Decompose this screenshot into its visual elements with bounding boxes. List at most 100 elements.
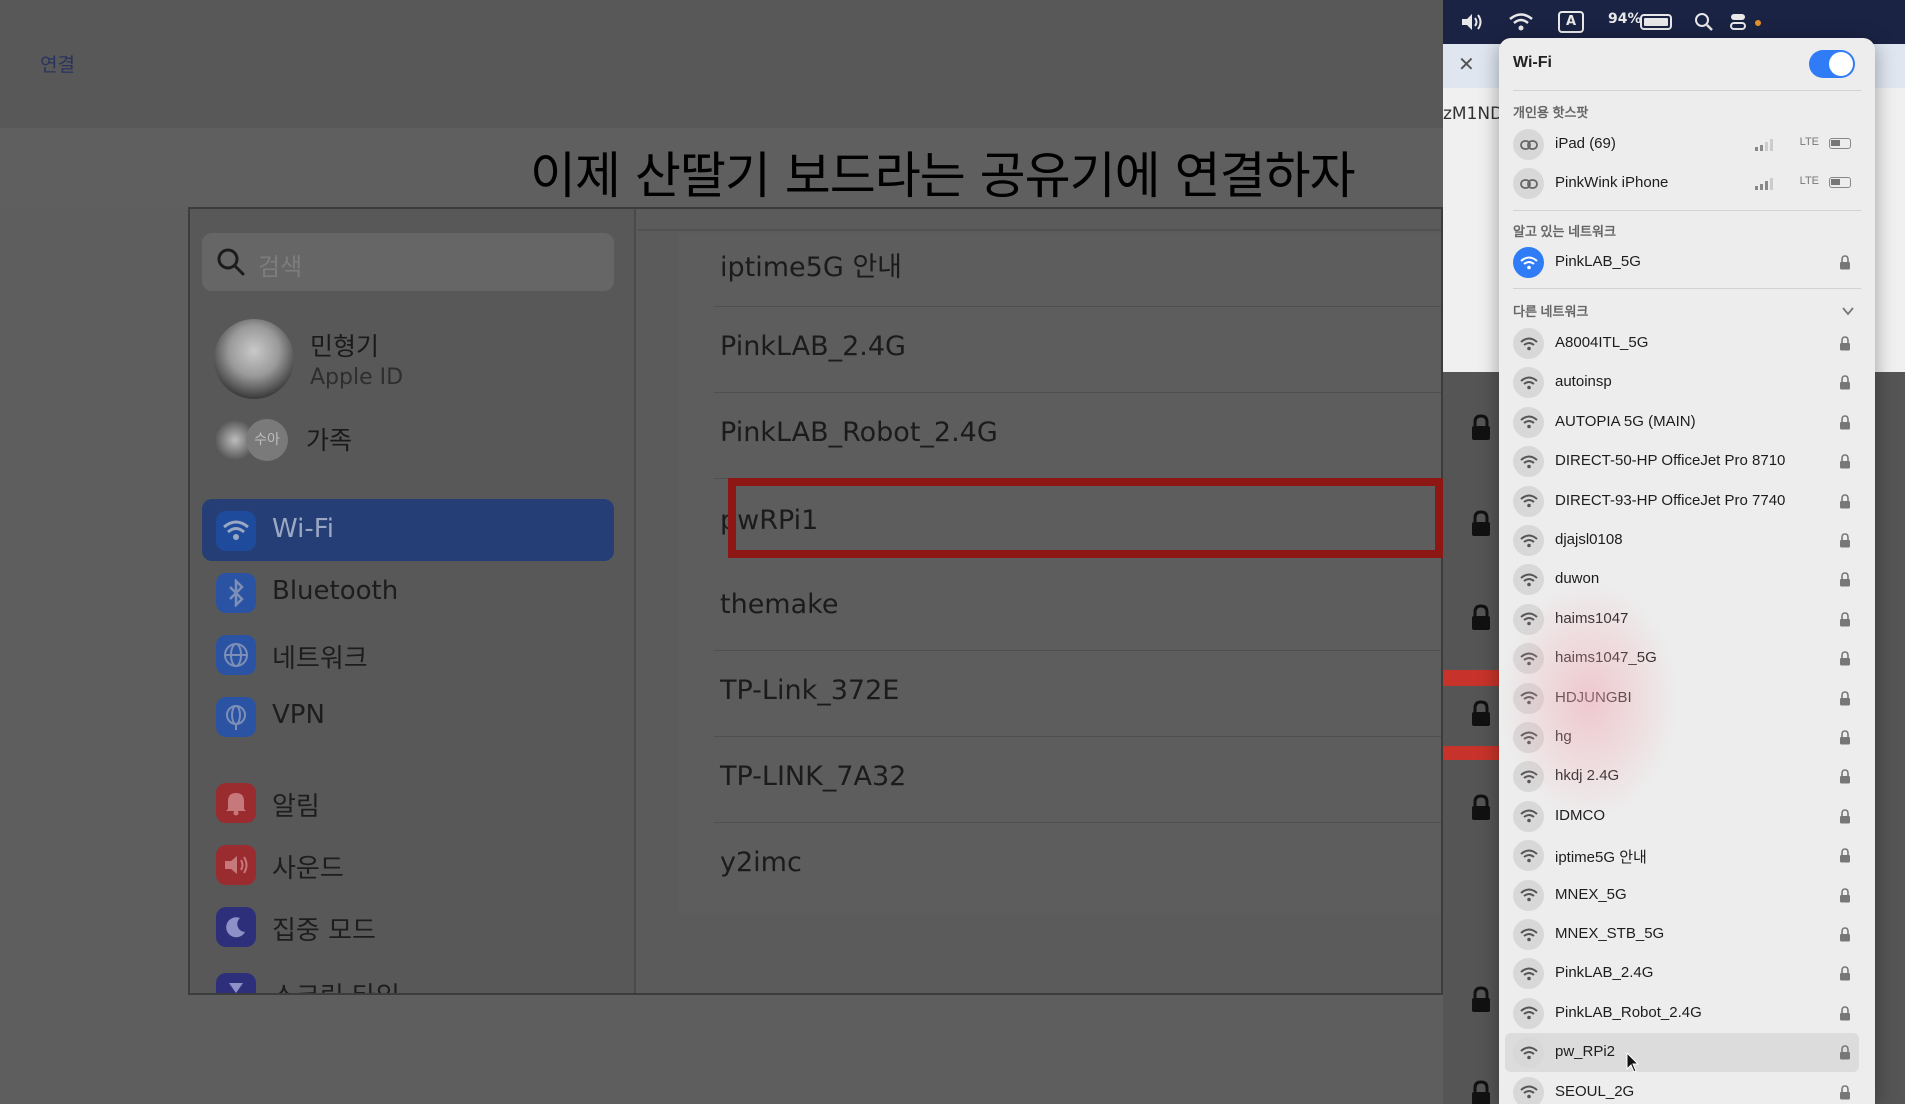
- sidebar-item-label: 사운드: [272, 854, 344, 884]
- bluetooth-icon: [216, 573, 256, 613]
- chevron-down-icon[interactable]: [1841, 304, 1855, 318]
- search-field[interactable]: 검색: [202, 233, 614, 291]
- network-row[interactable]: TP-LINK_7A32: [694, 737, 1441, 823]
- other-network-row[interactable]: SEOUL_2G: [1505, 1073, 1859, 1104]
- wifi-signal-icon: [1513, 879, 1544, 911]
- other-network-row[interactable]: DIRECT-93-HP OfficeJet Pro 7740: [1505, 482, 1859, 521]
- moon-icon: [216, 907, 256, 947]
- hotspot-name: iPad (69): [1555, 135, 1616, 152]
- network-name: hg: [1555, 728, 1572, 745]
- lock-icon: [1472, 510, 1490, 536]
- other-network-row[interactable]: hg: [1505, 718, 1859, 757]
- other-network-row[interactable]: iptime5G 안내: [1505, 836, 1859, 875]
- sidebar-item-label: 알림: [272, 792, 320, 822]
- network-name: duwon: [1555, 570, 1600, 588]
- other-network-row[interactable]: haims1047_5G: [1505, 639, 1859, 678]
- cellular-signal-icon: [1755, 178, 1773, 190]
- other-network-row[interactable]: A8004ITL_5G: [1505, 324, 1859, 363]
- sidebar-item-bluetooth[interactable]: Bluetooth: [202, 561, 614, 623]
- cellular-signal-icon: [1755, 139, 1773, 151]
- network-type-label: LTE: [1799, 175, 1819, 187]
- other-network-row[interactable]: duwon: [1505, 560, 1859, 599]
- sidebar-item-screen-time[interactable]: 스크린 타임: [202, 961, 614, 993]
- other-network-row[interactable]: autoinsp: [1505, 363, 1859, 402]
- other-network-row[interactable]: AUTOPIA 5G (MAIN): [1505, 403, 1859, 442]
- sidebar-item-notifications[interactable]: 알림: [202, 771, 614, 833]
- other-network-row[interactable]: DIRECT-50-HP OfficeJet Pro 8710: [1505, 442, 1859, 481]
- other-network-row[interactable]: PinkLAB_2.4G: [1505, 954, 1859, 993]
- known-network-row[interactable]: PinkLAB_5G: [1505, 243, 1859, 282]
- other-network-row[interactable]: MNEX_5G: [1505, 876, 1859, 915]
- sidebar-item-sound[interactable]: 사운드: [202, 833, 614, 895]
- other-network-row[interactable]: djajsl0108: [1505, 521, 1859, 560]
- network-name: pw_RPi2: [1555, 1043, 1616, 1061]
- other-network-row[interactable]: pw_RPi2: [1505, 1033, 1859, 1073]
- sidebar-item-wifi[interactable]: Wi-Fi: [202, 499, 614, 561]
- recording-indicator: [1755, 20, 1761, 26]
- lock-icon: [1840, 572, 1850, 587]
- network-name: themake: [720, 589, 839, 620]
- network-name: iptime5G 안내: [1555, 849, 1647, 867]
- network-name: iptime5G 안내: [720, 252, 903, 283]
- network-name: y2imc: [720, 847, 802, 878]
- control-center-icon[interactable]: [1730, 12, 1752, 32]
- network-name: PinkLAB_Robot_2.4G: [720, 417, 998, 448]
- network-row[interactable]: PinkLAB_2.4G: [694, 307, 1441, 393]
- lock-icon: [1472, 414, 1490, 440]
- lock-icon: [1840, 375, 1850, 390]
- network-name: autoinsp: [1555, 373, 1612, 391]
- hotspot-name: PinkWink iPhone: [1555, 174, 1669, 191]
- network-name: PinkLAB_Robot_2.4G: [1555, 1003, 1702, 1021]
- close-icon[interactable]: ✕: [1458, 52, 1475, 76]
- bell-icon: [216, 783, 256, 823]
- wifi-signal-icon: [1513, 1076, 1544, 1104]
- wifi-signal-icon: [1513, 1037, 1544, 1069]
- divider: [1513, 210, 1861, 211]
- wifi-icon: [216, 511, 256, 551]
- mouse-cursor-icon: [1626, 1052, 1640, 1073]
- network-row[interactable]: PinkLAB_Robot_2.4G: [694, 393, 1441, 479]
- network-row[interactable]: y2imc: [694, 823, 1441, 909]
- lock-icon: [1840, 651, 1850, 666]
- volume-icon[interactable]: [1460, 12, 1486, 32]
- sidebar-item-focus[interactable]: 집중 모드: [202, 895, 614, 957]
- network-name: haims1047: [1555, 609, 1629, 627]
- profile-avatar[interactable]: [214, 319, 294, 399]
- profile-name[interactable]: 민형기: [310, 327, 379, 363]
- other-network-row[interactable]: haims1047: [1505, 600, 1859, 639]
- lock-icon: [1840, 769, 1850, 784]
- wifi-toggle[interactable]: [1809, 50, 1855, 78]
- hotspot-row[interactable]: iPad (69) LTE: [1505, 125, 1859, 164]
- lock-icon: [1840, 927, 1850, 942]
- lock-icon: [1840, 1045, 1850, 1060]
- network-row[interactable]: TP-Link_372E: [694, 651, 1441, 737]
- other-network-row[interactable]: PinkLAB_Robot_2.4G: [1505, 994, 1859, 1033]
- slide-title: 이제 산딸기 보드라는 공유기에 연결하자: [530, 147, 1356, 205]
- other-network-row[interactable]: HDJUNGBI: [1505, 679, 1859, 718]
- hotspot-row[interactable]: PinkWink iPhone LTE: [1505, 164, 1859, 203]
- lock-icon: [1840, 255, 1850, 270]
- sidebar-item-family[interactable]: 가족: [306, 421, 352, 457]
- wifi-menu-title: Wi-Fi: [1513, 54, 1552, 71]
- network-name: MNEX_STB_5G: [1555, 925, 1665, 942]
- wifi-signal-icon: [1513, 682, 1544, 714]
- wifi-signal-icon: [1513, 919, 1544, 950]
- highlight-box: [728, 478, 1443, 558]
- other-network-row[interactable]: MNEX_STB_5G: [1505, 915, 1859, 954]
- lock-icon: [1840, 730, 1850, 745]
- speaker-icon: [216, 845, 256, 885]
- network-row[interactable]: themake: [694, 565, 1441, 651]
- wifi-status-icon[interactable]: [1508, 12, 1534, 32]
- connect-link[interactable]: 연결: [40, 50, 75, 77]
- input-source-icon[interactable]: A: [1558, 11, 1584, 33]
- spotlight-search-icon[interactable]: [1694, 12, 1714, 32]
- battery-percent[interactable]: 94%: [1608, 11, 1642, 27]
- other-network-row[interactable]: hkdj 2.4G: [1505, 757, 1859, 796]
- sidebar-item-network[interactable]: 네트워크: [202, 623, 614, 685]
- sidebar-item-label: 네트워크: [272, 644, 368, 674]
- family-avatar-initials: 수아: [246, 419, 288, 461]
- network-row[interactable]: iptime5G 안내: [694, 221, 1441, 307]
- other-network-row[interactable]: IDMCO: [1505, 797, 1859, 836]
- battery-icon[interactable]: [1640, 14, 1672, 30]
- sidebar-item-vpn[interactable]: VPN: [202, 685, 614, 747]
